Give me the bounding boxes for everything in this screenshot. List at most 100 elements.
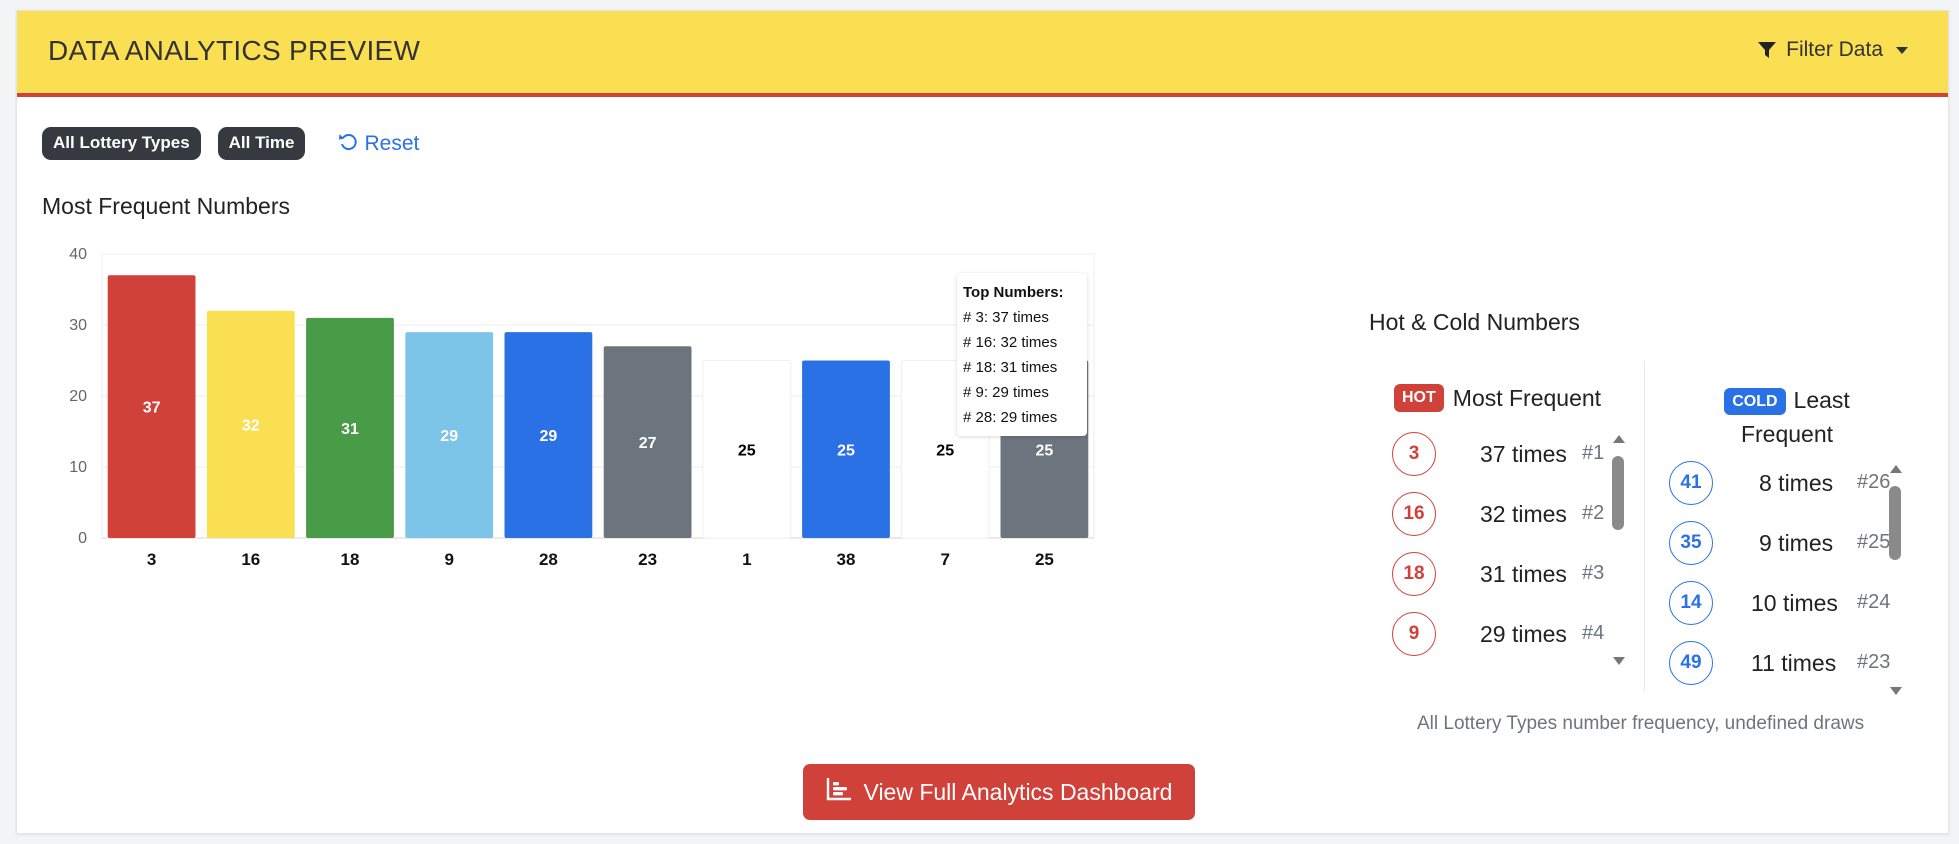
x-tick-label: 16 [241, 550, 260, 569]
list-item: 18 31 times #3 [1392, 552, 1612, 600]
hot-heading-label: Most Frequent [1452, 384, 1602, 411]
tooltip-line: # 18: 31 times [963, 359, 1058, 376]
cold-numbers-list[interactable]: 41 8 times #26 35 9 times #25 14 10 time… [1669, 461, 1899, 701]
y-tick-label: 40 [69, 246, 87, 263]
most-frequent-title: Most Frequent Numbers [42, 193, 290, 219]
scroll-up-icon[interactable] [1890, 465, 1902, 473]
list-item: 41 8 times #26 [1669, 461, 1891, 509]
hot-number-times: 32 times [1480, 501, 1567, 527]
chart-bar-icon [826, 777, 852, 807]
cold-number-times: 10 times [1751, 590, 1838, 616]
bar-value-label: 25 [837, 442, 855, 459]
cold-number-times: 8 times [1759, 470, 1834, 496]
view-dashboard-label: View Full Analytics Dashboard [863, 778, 1173, 805]
list-item: 35 9 times #25 [1669, 521, 1891, 569]
hot-number-ball: 16 [1392, 492, 1436, 536]
bar-value-label: 29 [440, 428, 458, 445]
filter-data-label: Filter Data [1786, 38, 1883, 61]
list-item: 14 10 times #24 [1669, 581, 1891, 629]
cold-number-rank: #23 [1857, 651, 1891, 673]
hot-cold-caption: All Lottery Types number frequency, unde… [1417, 713, 1865, 734]
bar-value-label: 25 [936, 442, 954, 459]
hot-number-times: 29 times [1480, 621, 1567, 647]
hot-number-rank: #4 [1582, 622, 1605, 644]
scrollbar-thumb[interactable] [1889, 486, 1901, 560]
x-tick-label: 1 [742, 550, 751, 569]
reset-label: Reset [364, 131, 420, 155]
hot-number-ball: 3 [1392, 432, 1436, 476]
x-tick-label: 3 [147, 550, 156, 569]
hot-numbers-list[interactable]: 3 37 times #1 16 32 times #2 18 31 times… [1392, 432, 1622, 672]
hot-number-ball: 9 [1392, 612, 1436, 656]
card-header: DATA ANALYTICS PREVIEW Filter Data [17, 11, 1948, 97]
cold-number-times: 11 times [1751, 650, 1837, 676]
cold-number-ball: 14 [1669, 581, 1713, 625]
hot-number-rank: #2 [1582, 502, 1605, 524]
cold-number-ball: 49 [1669, 641, 1713, 685]
hot-number-rank: #3 [1582, 562, 1605, 584]
chevron-down-icon [1896, 46, 1908, 54]
hot-list-scrollbar[interactable] [1612, 435, 1625, 665]
filter-badge-lottery-type: All Lottery Types [42, 127, 201, 160]
scroll-down-icon[interactable] [1890, 687, 1902, 695]
tooltip-line: # 9: 29 times [963, 384, 1049, 401]
bar-value-label: 32 [242, 417, 260, 434]
page-title: DATA ANALYTICS PREVIEW [48, 35, 421, 66]
x-tick-label: 25 [1035, 550, 1054, 569]
reset-icon [338, 131, 358, 157]
y-tick-label: 0 [78, 530, 87, 547]
cold-heading: COLD Least Frequent [1692, 384, 1882, 451]
cold-number-rank: #25 [1857, 531, 1891, 553]
cold-number-times: 9 times [1759, 530, 1834, 556]
y-tick-label: 20 [69, 388, 87, 405]
hot-number-rank: #1 [1582, 442, 1605, 464]
cold-list-scrollbar[interactable] [1889, 465, 1902, 695]
scroll-up-icon[interactable] [1613, 435, 1625, 443]
x-tick-label: 38 [837, 550, 856, 569]
analytics-preview-card: DATA ANALYTICS PREVIEW Filter Data All L… [16, 10, 1949, 834]
hot-heading: HOT Most Frequent [1394, 384, 1601, 412]
hot-number-times: 31 times [1480, 561, 1567, 587]
tooltip-line: # 16: 32 times [963, 334, 1058, 351]
filter-badge-time-range: All Time [217, 127, 306, 160]
hot-number-times: 37 times [1480, 441, 1567, 467]
cold-number-rank: #24 [1857, 591, 1891, 613]
frequency-bar-chart: 0 10 20 30 40 37 3 32 16 31 18 29 9 29 28 27 23 25 1 25 38 25… [69, 246, 1095, 569]
scrollbar-thumb[interactable] [1612, 456, 1624, 530]
cold-badge: COLD [1724, 388, 1786, 415]
cold-number-rank: #26 [1857, 471, 1891, 493]
filter-data-dropdown[interactable]: Filter Data [1757, 38, 1908, 62]
hot-badge: HOT [1394, 384, 1444, 412]
list-item: 3 37 times #1 [1392, 432, 1612, 480]
view-dashboard-button[interactable]: View Full Analytics Dashboard [803, 764, 1195, 820]
tooltip-line: # 3: 37 times [963, 309, 1049, 326]
y-tick-label: 30 [69, 317, 87, 334]
x-tick-label: 23 [638, 550, 657, 569]
bar-value-label: 27 [639, 435, 657, 452]
bar-value-label: 31 [341, 421, 359, 438]
filter-icon [1757, 40, 1777, 60]
y-tick-label: 10 [69, 459, 87, 476]
reset-button[interactable]: Reset [338, 131, 419, 157]
bar-value-label: 37 [143, 400, 161, 417]
bar-value-label: 29 [540, 428, 558, 445]
x-tick-label: 7 [940, 550, 949, 569]
active-filters: All Lottery Types All Time Reset [42, 127, 419, 160]
cold-number-ball: 41 [1669, 461, 1713, 505]
tooltip-line: # 28: 29 times [963, 409, 1058, 426]
cold-number-ball: 35 [1669, 521, 1713, 565]
bar-value-label: 25 [1036, 442, 1054, 459]
x-tick-label: 28 [539, 550, 558, 569]
x-tick-label: 18 [341, 550, 360, 569]
frequency-chart: 0 10 20 30 40 37 3 32 16 31 18 29 9 29 28 27 23 25 1 25 38 25… [42, 241, 1102, 581]
chart-tooltip: Top Numbers: # 3: 37 times # 16: 32 time… [957, 273, 1087, 436]
tooltip-title: Top Numbers: [963, 284, 1064, 301]
x-tick-label: 9 [444, 550, 453, 569]
list-item: 49 11 times #23 [1669, 641, 1891, 689]
hot-cold-title: Hot & Cold Numbers [1369, 309, 1580, 335]
bar-value-label: 25 [738, 442, 756, 459]
scroll-down-icon[interactable] [1613, 657, 1625, 665]
list-item: 9 29 times #4 [1392, 612, 1612, 660]
hot-number-ball: 18 [1392, 552, 1436, 596]
hot-cold-divider [1644, 361, 1645, 691]
